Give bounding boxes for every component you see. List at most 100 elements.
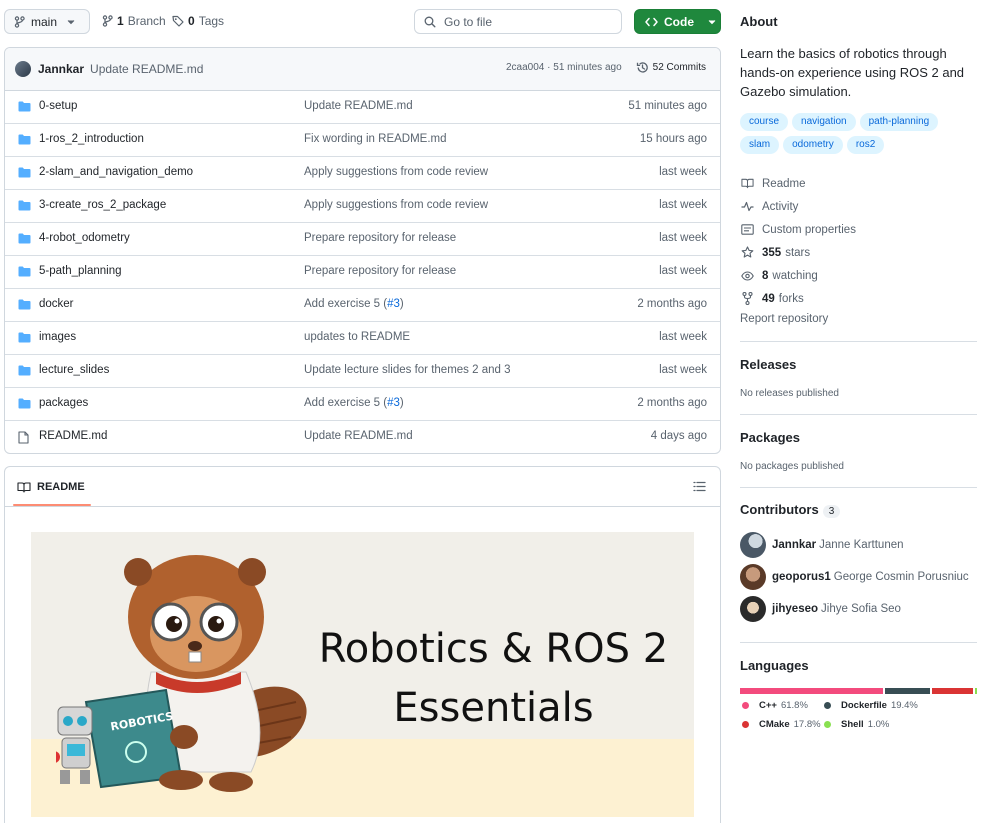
branches-link[interactable]: 1 Branch [102, 14, 166, 28]
contributor-login[interactable]: Jannkar [772, 539, 816, 551]
avatar[interactable] [740, 596, 766, 622]
code-button[interactable]: Code [634, 9, 721, 34]
contributor-item[interactable]: jihyeseo Jihye Sofia Seo [740, 596, 901, 622]
topic-tag[interactable]: slam [740, 136, 780, 154]
divider [740, 642, 977, 643]
file-name-link[interactable]: docker [39, 298, 74, 310]
file-name-link[interactable]: images [39, 331, 76, 343]
commit-message[interactable]: Update README.md [90, 62, 203, 76]
file-name-link[interactable]: 2-slam_and_navigation_demo [39, 166, 193, 178]
about-link-eye[interactable]: 8 watching [740, 264, 977, 287]
language-name: CMake [759, 719, 790, 730]
file-row[interactable]: docker Add exercise 5 (#3) 2 months ago [5, 289, 720, 322]
file-row[interactable]: 5-path_planning Prepare repository for re… [5, 256, 720, 289]
language-item[interactable]: Dockerfile 19.4% [824, 700, 918, 711]
file-commit-message[interactable]: Update lecture slides for themes 2 and 3 [304, 364, 510, 376]
language-item[interactable]: Shell 1.0% [824, 719, 889, 730]
file-commit-message[interactable]: Apply suggestions from code review [304, 166, 488, 178]
folder-icon [18, 299, 31, 310]
report-repository-link[interactable]: Report repository [740, 313, 828, 325]
contributor-login[interactable]: jihyeseo [772, 603, 818, 615]
file-row[interactable]: 2-slam_and_navigation_demo Apply suggesti… [5, 157, 720, 190]
topic-tag[interactable]: ros2 [846, 136, 885, 154]
avatar[interactable] [740, 564, 766, 590]
divider [740, 487, 977, 488]
about-link-book[interactable]: Readme [740, 172, 977, 195]
releases-heading[interactable]: Releases [740, 357, 796, 372]
language-item[interactable]: CMake 17.8% [742, 719, 821, 730]
avatar[interactable] [15, 61, 31, 77]
topic-tag[interactable]: navigation [792, 113, 856, 131]
star-icon [740, 246, 754, 259]
file-name-link[interactable]: 4-robot_odometry [39, 232, 130, 244]
go-to-file-input[interactable]: Go to file [414, 9, 622, 34]
commit-author[interactable]: Jannkar [38, 62, 84, 76]
about-link-pulse[interactable]: Activity [740, 195, 977, 218]
file-row[interactable]: 4-robot_odometry Prepare repository for r… [5, 223, 720, 256]
file-commit-time: 4 days ago [650, 430, 707, 442]
file-commit-message[interactable]: Prepare repository for release [304, 232, 456, 244]
folder-icon [18, 167, 31, 178]
file-commit-time: last week [659, 331, 707, 343]
tag-icon [172, 15, 184, 27]
file-name-link[interactable]: lecture_slides [39, 364, 109, 376]
about-link-fork[interactable]: 49 forks [740, 287, 977, 310]
list-icon[interactable] [693, 481, 706, 492]
file-row[interactable]: 3-create_ros_2_package Apply suggestions … [5, 190, 720, 223]
file-commit-message[interactable]: Update README.md [304, 430, 413, 442]
about-link-label: stars [785, 246, 811, 259]
commit-message-end: ) [399, 298, 404, 310]
folder-icon [18, 332, 31, 343]
packages-heading[interactable]: Packages [740, 430, 800, 445]
language-segment [884, 688, 930, 694]
contributor-item[interactable]: Jannkar Janne Karttunen [740, 532, 904, 558]
file-commit-message[interactable]: Update README.md [304, 100, 413, 112]
file-name-link[interactable]: 0-setup [39, 100, 77, 112]
topic-tag[interactable]: odometry [783, 136, 843, 154]
commit-message-text: Update README.md [304, 100, 413, 112]
file-commit-message[interactable]: updates to README [304, 331, 410, 343]
file-row[interactable]: README.md Update README.md 4 days ago [5, 421, 720, 453]
file-name-link[interactable]: 1-ros_2_introduction [39, 133, 144, 145]
language-item[interactable]: C++ 61.8% [742, 700, 808, 711]
file-commit-time: last week [659, 199, 707, 211]
about-link-note[interactable]: Custom properties [740, 218, 977, 241]
file-name-link[interactable]: 5-path_planning [39, 265, 122, 277]
file-commit-message[interactable]: Apply suggestions from code review [304, 199, 488, 211]
file-row[interactable]: 1-ros_2_introduction Fix wording in READM… [5, 124, 720, 157]
contributors-heading[interactable]: Contributors 3 [740, 502, 841, 518]
pull-request-link[interactable]: #3 [387, 298, 400, 310]
commit-hash-time[interactable]: 2caa004 · 51 minutes ago [506, 62, 622, 73]
chevron-down-icon [67, 19, 75, 25]
tags-link[interactable]: 0 Tags [172, 14, 224, 28]
folder-icon [18, 398, 31, 409]
language-segment [740, 688, 883, 694]
fork-icon [740, 292, 754, 305]
file-commit-message[interactable]: Prepare repository for release [304, 265, 456, 277]
contributor-name: George Cosmin Porusniuc [833, 571, 969, 583]
branch-selector[interactable]: main [4, 9, 90, 34]
file-commit-message[interactable]: Fix wording in README.md [304, 133, 447, 145]
contributor-login[interactable]: geoporus1 [772, 571, 831, 583]
file-row[interactable]: 0-setup Update README.md 51 minutes ago [5, 91, 720, 124]
about-link-star[interactable]: 355 stars [740, 241, 977, 264]
file-commit-message[interactable]: Add exercise 5 (#3) [304, 397, 404, 409]
file-row[interactable]: packages Add exercise 5 (#3) 2 months ago [5, 388, 720, 421]
readme-tab[interactable]: README [17, 481, 85, 493]
folder-icon [18, 266, 31, 277]
language-color-dot [742, 702, 749, 709]
topic-tag[interactable]: course [740, 113, 789, 131]
file-row[interactable]: lecture_slides Update lecture slides for … [5, 355, 720, 388]
file-commit-message[interactable]: Add exercise 5 (#3) [304, 298, 404, 310]
avatar[interactable] [740, 532, 766, 558]
file-name-link[interactable]: packages [39, 397, 88, 409]
file-name-link[interactable]: 3-create_ros_2_package [39, 199, 166, 211]
branch-label: Branch [127, 14, 166, 28]
commits-history-link[interactable]: 52 Commits [636, 61, 706, 74]
file-name-link[interactable]: README.md [39, 430, 107, 442]
file-row[interactable]: images updates to README last week [5, 322, 720, 355]
topic-tag[interactable]: path-planning [859, 113, 939, 131]
active-tab-indicator [13, 504, 91, 506]
contributor-item[interactable]: geoporus1 George Cosmin Porusniuc [740, 564, 969, 590]
pull-request-link[interactable]: #3 [387, 397, 400, 409]
